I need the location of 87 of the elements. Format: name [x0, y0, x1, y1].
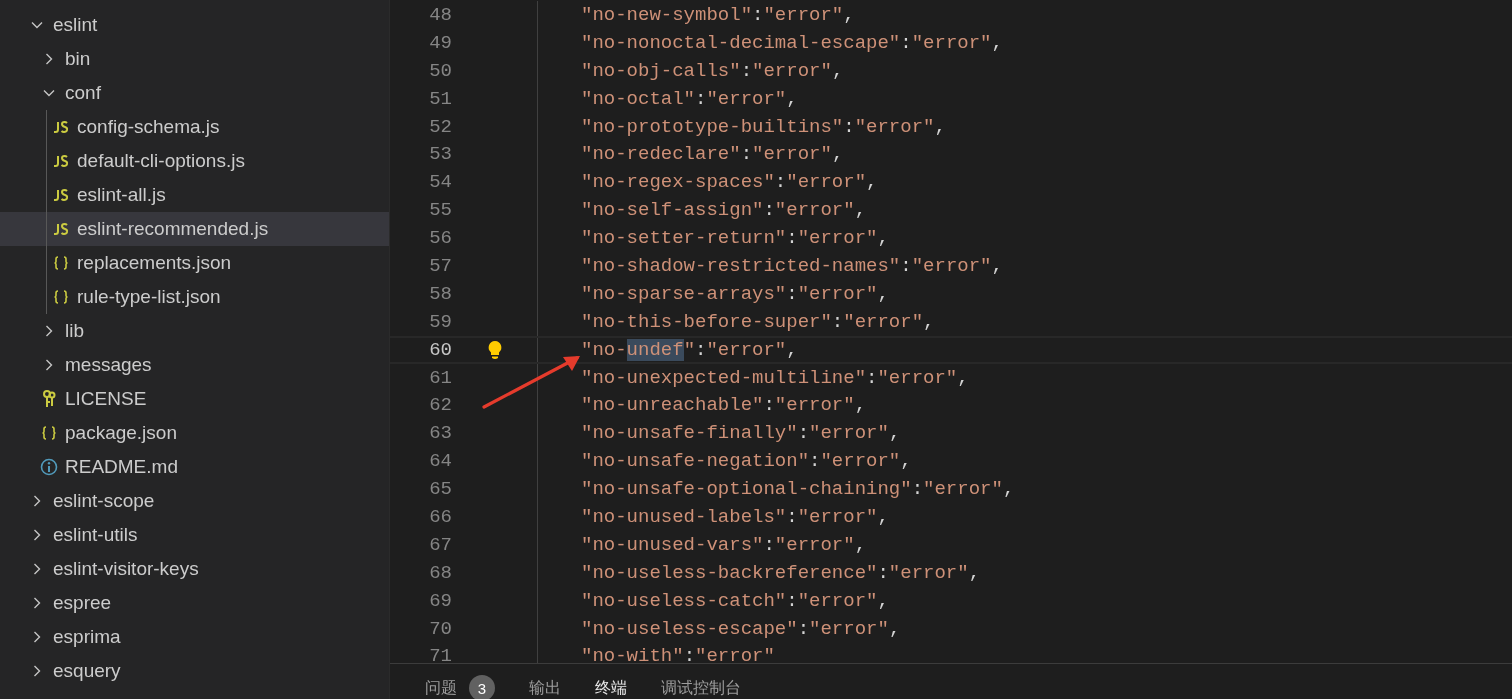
line-number: 68 [428, 561, 452, 584]
tree-item[interactable]: espree [0, 586, 389, 620]
js-file-icon [52, 121, 70, 133]
line-number: 67 [428, 533, 452, 556]
line-number: 57 [428, 254, 452, 277]
tree-item[interactable]: eslint-recommended.js [0, 212, 389, 246]
code-line: "no-nonoctal-decimal-escape":"error", [581, 31, 1003, 54]
count-badge: 3 [469, 675, 495, 699]
panel-tab[interactable]: 调试控制台 [661, 671, 741, 699]
code-line: "no-regex-spaces":"error", [581, 171, 878, 194]
tree-item[interactable]: config-schema.js [0, 110, 389, 144]
line-number: 60 [428, 338, 452, 361]
code-line: "no-this-before-super":"error", [581, 310, 935, 333]
js-file-icon [52, 189, 70, 201]
tree-item[interactable]: lib [0, 314, 389, 348]
code-line: "no-undef":"error", [581, 338, 798, 361]
line-number: 70 [428, 617, 452, 640]
code-line: "no-shadow-restricted-names":"error", [581, 254, 1003, 277]
js-file-icon [52, 155, 70, 167]
code-line: "no-self-assign":"error", [581, 199, 867, 222]
line-number: 53 [428, 143, 452, 166]
tree-item[interactable]: conf [0, 76, 389, 110]
code-line: "no-unused-vars":"error", [581, 533, 867, 556]
code-line: "no-unsafe-optional-chaining":"error", [581, 478, 1015, 501]
code-line: "no-unsafe-finally":"error", [581, 422, 901, 445]
info-icon [40, 458, 58, 476]
line-number: 52 [428, 115, 452, 138]
line-number: 49 [428, 31, 452, 54]
tree-item[interactable]: eslint [0, 8, 389, 42]
code-line: "no-unreachable":"error", [581, 394, 867, 417]
code-line: "no-sparse-arrays":"error", [581, 282, 889, 305]
tree-item[interactable]: eslint-utils [0, 518, 389, 552]
line-number: 61 [428, 366, 452, 389]
code-line: "no-redeclare":"error", [581, 143, 844, 166]
tree-item[interactable]: eslint-visitor-keys [0, 552, 389, 586]
panel-tab[interactable]: 输出 [529, 671, 561, 699]
line-number: 58 [428, 282, 452, 305]
lightbulb-icon[interactable] [486, 339, 503, 360]
code-line: "no-obj-calls":"error", [581, 59, 844, 82]
line-number: 59 [428, 310, 452, 333]
tab-label: 输出 [529, 677, 561, 698]
code-line: "no-octal":"error", [581, 87, 798, 110]
code-line: "no-setter-return":"error", [581, 227, 889, 250]
code-line: "no-useless-catch":"error", [581, 589, 889, 612]
line-number: 54 [428, 171, 452, 194]
tree-item[interactable]: rule-type-list.json [0, 280, 389, 314]
line-number: 71 [428, 645, 452, 663]
tree-item[interactable]: esprima [0, 620, 389, 654]
tree-item[interactable]: README.md [0, 450, 389, 484]
line-number: 64 [428, 450, 452, 473]
tree-item[interactable]: default-cli-options.js [0, 144, 389, 178]
code-line: "no-prototype-builtins":"error", [581, 115, 946, 138]
tree-item[interactable]: messages [0, 348, 389, 382]
panel-tab[interactable]: 终端 [595, 671, 627, 699]
code-line: "no-unused-labels":"error", [581, 505, 889, 528]
braces-icon [52, 255, 70, 271]
tab-label: 问题 [425, 677, 457, 698]
code-line: "no-useless-backreference":"error", [581, 561, 981, 584]
line-number: 55 [428, 199, 452, 222]
code-line: "no-useless-escape":"error", [581, 617, 901, 640]
tree-item[interactable]: esquery [0, 654, 389, 688]
line-number: 50 [428, 59, 452, 82]
line-number: 63 [428, 422, 452, 445]
panel-tab[interactable]: 问题 3 [425, 671, 495, 699]
line-number: 51 [428, 87, 452, 110]
line-number: 66 [428, 505, 452, 528]
braces-icon [40, 425, 58, 441]
key-icon [40, 390, 58, 408]
code-line: "no-unsafe-negation":"error", [581, 450, 912, 473]
tree-item[interactable]: replacements.json [0, 246, 389, 280]
tab-label: 调试控制台 [661, 677, 741, 698]
line-number: 56 [428, 227, 452, 250]
tree-item[interactable]: eslint-scope [0, 484, 389, 518]
tree-item[interactable]: package.json [0, 416, 389, 450]
code-line: "no-new-symbol":"error", [581, 3, 855, 26]
line-number: 62 [428, 394, 452, 417]
tree-item[interactable]: bin [0, 42, 389, 76]
js-file-icon [52, 223, 70, 235]
tree-item[interactable]: LICENSE [0, 382, 389, 416]
tab-label: 终端 [595, 677, 627, 698]
braces-icon [52, 289, 70, 305]
code-line: "no-with":"error" [581, 645, 775, 663]
tree-item[interactable]: eslint-all.js [0, 178, 389, 212]
line-number: 65 [428, 478, 452, 501]
line-number: 69 [428, 589, 452, 612]
code-line: "no-unexpected-multiline":"error", [581, 366, 969, 389]
line-number: 48 [428, 3, 452, 26]
